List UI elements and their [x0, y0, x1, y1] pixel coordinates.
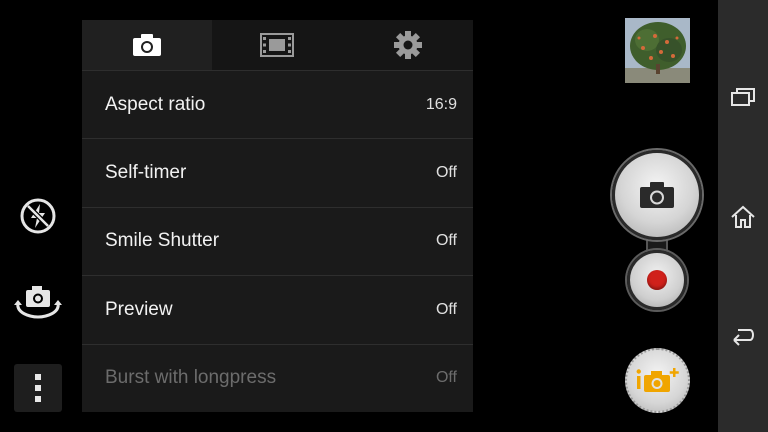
setting-preview[interactable]: Preview Off [82, 275, 473, 343]
setting-label: Burst with longpress [105, 367, 277, 389]
tab-video-settings[interactable] [212, 20, 343, 70]
setting-smile-shutter[interactable]: Smile Shutter Off [82, 206, 473, 275]
capture-controls [606, 145, 706, 313]
record-video-button[interactable] [627, 250, 687, 310]
home-button[interactable] [718, 192, 768, 242]
setting-value: Off [435, 232, 457, 250]
switch-camera-icon [14, 286, 62, 319]
setting-label: Aspect ratio [105, 93, 206, 115]
setting-burst-with-longpress: Burst with longpress Off [82, 343, 473, 412]
more-vertical-icon [35, 385, 41, 391]
setting-label: Preview [105, 298, 173, 320]
superior-auto-mode-button[interactable] [625, 348, 690, 413]
settings-tabs [82, 20, 473, 70]
back-button[interactable] [718, 311, 768, 361]
home-icon [731, 205, 755, 228]
setting-self-timer[interactable]: Self-timer Off [82, 138, 473, 206]
tree-photo-image [625, 18, 690, 83]
setting-label: Smile Shutter [105, 230, 220, 252]
setting-aspect-ratio[interactable]: Aspect ratio 16:9 [82, 70, 473, 138]
more-vertical-icon [35, 396, 41, 402]
flash-toggle-button[interactable] [18, 196, 58, 236]
gear-icon [393, 31, 422, 59]
recents-icon [731, 88, 755, 106]
camera-icon [640, 182, 674, 208]
record-icon [647, 270, 667, 290]
more-options-button[interactable] [14, 364, 62, 412]
switch-camera-button[interactable] [12, 282, 64, 324]
more-vertical-icon [35, 374, 41, 380]
setting-value: Off [435, 369, 457, 387]
shutter-button[interactable] [612, 150, 702, 240]
setting-value: Off [435, 300, 457, 318]
back-icon [733, 329, 754, 346]
settings-list: Aspect ratio 16:9 Self-timer Off Smile S… [82, 70, 473, 412]
setting-value: 16:9 [425, 95, 457, 113]
camera-icon [133, 34, 162, 56]
tab-camera-settings[interactable] [82, 20, 213, 70]
camera-settings-panel: Aspect ratio 16:9 Self-timer Off Smile S… [82, 20, 473, 412]
tab-general-settings[interactable] [342, 20, 473, 70]
system-navigation-bar [718, 0, 768, 432]
flash-off-icon [20, 198, 56, 234]
last-photo-thumbnail[interactable] [625, 18, 690, 83]
setting-label: Self-timer [105, 162, 187, 184]
film-strip-icon [260, 33, 295, 57]
recents-button[interactable] [718, 72, 768, 122]
superior-auto-icon [636, 367, 679, 392]
setting-value: Off [435, 164, 457, 182]
